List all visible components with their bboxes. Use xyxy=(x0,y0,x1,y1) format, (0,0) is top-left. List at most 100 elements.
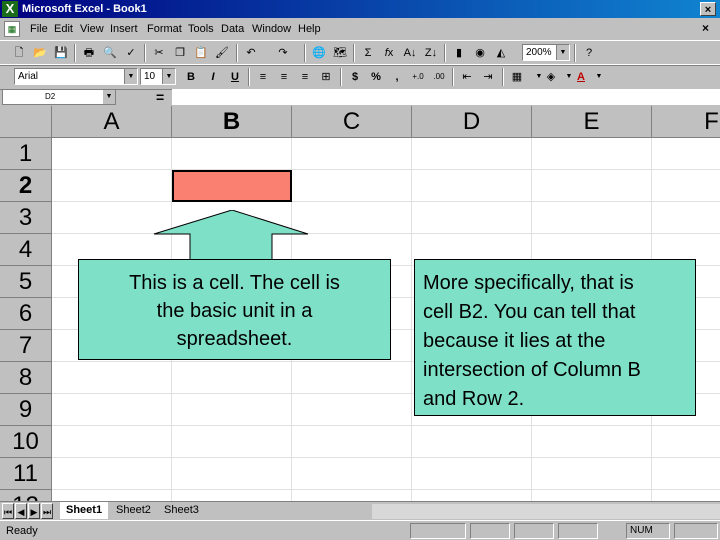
toolbar-separator xyxy=(574,44,576,62)
callout-cell-b2-explanation: More specifically, that is cell B2. You … xyxy=(414,259,696,416)
currency-button[interactable]: $ xyxy=(346,68,364,86)
cut-icon[interactable]: ✂ xyxy=(150,44,168,62)
print-icon[interactable]: 🖶 xyxy=(80,44,98,62)
map-icon[interactable]: ◉ xyxy=(471,44,489,62)
row-header-9[interactable]: 9 xyxy=(0,394,52,426)
menu-file[interactable]: File xyxy=(26,21,52,37)
chevron-down-icon[interactable]: ▼ xyxy=(124,69,137,84)
sheet-tab-2[interactable]: Sheet2 xyxy=(110,502,157,519)
menu-insert[interactable]: Insert xyxy=(106,21,142,37)
toolbar-separator xyxy=(144,44,146,62)
workbook-icon[interactable]: ▦ xyxy=(4,21,20,37)
column-header-b[interactable]: B xyxy=(172,106,292,138)
hyperlink-icon[interactable]: 🌐 xyxy=(310,44,328,62)
print-preview-icon[interactable]: 🔍 xyxy=(101,44,119,62)
borders-icon[interactable]: ▦ xyxy=(508,68,526,86)
align-center-icon[interactable]: ≡ xyxy=(275,68,293,86)
paste-icon[interactable]: 📋 xyxy=(192,44,210,62)
row-header-12[interactable]: 12 xyxy=(0,490,52,501)
align-right-icon[interactable]: ≡ xyxy=(296,68,314,86)
menu-format[interactable]: Format xyxy=(143,21,186,37)
chevron-down-icon[interactable]: ▼ xyxy=(590,68,608,86)
column-header-f[interactable]: F xyxy=(652,106,720,138)
callout-line: intersection of Column B xyxy=(423,359,641,381)
decrease-indent-icon[interactable]: ⇤ xyxy=(458,68,476,86)
copy-icon[interactable]: ❐ xyxy=(171,44,189,62)
menu-view[interactable]: View xyxy=(76,21,108,37)
row-header-2[interactable]: 2 xyxy=(0,170,52,202)
open-icon[interactable]: 📂 xyxy=(31,44,49,62)
menu-edit[interactable]: Edit xyxy=(50,21,77,37)
web-toolbar-icon[interactable]: 🗺 xyxy=(331,44,349,62)
status-panel xyxy=(674,523,718,539)
row-header-1[interactable]: 1 xyxy=(0,138,52,170)
spelling-icon[interactable]: ✓ xyxy=(122,44,140,62)
workbook-close-button[interactable]: × xyxy=(702,21,709,35)
autosum-icon[interactable]: Σ xyxy=(359,44,377,62)
standard-toolbar: 🗋 📂 💾 🖶 🔍 ✓ ✂ ❐ 📋 🖌 ↶ ↷ 🌐 🗺 Σ fx A↓ Z↓ ▮… xyxy=(0,40,720,66)
column-header-c[interactable]: C xyxy=(292,106,412,138)
merge-center-icon[interactable]: ⊞ xyxy=(317,68,335,86)
row-header-7[interactable]: 7 xyxy=(0,330,52,362)
menu-tools[interactable]: Tools xyxy=(184,21,218,37)
new-icon[interactable]: 🗋 xyxy=(10,44,28,62)
undo-icon[interactable]: ↶ xyxy=(242,44,260,62)
row-header-6[interactable]: 6 xyxy=(0,298,52,330)
column-header-d[interactable]: D xyxy=(412,106,532,138)
last-sheet-icon[interactable]: ⏭ xyxy=(41,503,53,519)
underline-button[interactable]: U xyxy=(226,68,244,86)
first-sheet-icon[interactable]: ⏮ xyxy=(2,503,14,519)
name-box-value: D2 xyxy=(45,92,56,101)
font-select[interactable]: Arial ▼ xyxy=(14,68,138,85)
row-header-5[interactable]: 5 xyxy=(0,266,52,298)
gridline-horizontal xyxy=(52,489,720,490)
save-icon[interactable]: 💾 xyxy=(52,44,70,62)
name-box[interactable]: D2 ▼ xyxy=(2,89,116,105)
help-icon[interactable]: ? xyxy=(580,44,598,62)
font-size-select[interactable]: 10 ▼ xyxy=(140,68,176,85)
decrease-decimal-icon[interactable]: .00 xyxy=(430,68,448,86)
formula-input[interactable] xyxy=(172,89,720,105)
sheet-tab-1[interactable]: Sheet1 xyxy=(60,502,109,519)
formula-bar: D2 ▼ = xyxy=(0,88,720,106)
comma-button[interactable]: , xyxy=(388,68,406,86)
row-header-3[interactable]: 3 xyxy=(0,202,52,234)
excel-app-icon[interactable]: X xyxy=(2,1,18,17)
increase-indent-icon[interactable]: ⇥ xyxy=(479,68,497,86)
select-all-button[interactable] xyxy=(0,106,52,138)
font-color-icon[interactable]: A xyxy=(572,68,590,86)
drawing-icon[interactable]: ◭ xyxy=(492,44,510,62)
fill-color-icon[interactable]: ◈ xyxy=(542,68,560,86)
italic-button[interactable]: I xyxy=(204,68,222,86)
edit-formula-button[interactable]: = xyxy=(156,88,164,106)
align-left-icon[interactable]: ≡ xyxy=(254,68,272,86)
chevron-down-icon[interactable]: ▼ xyxy=(162,69,175,84)
sort-ascending-icon[interactable]: A↓ xyxy=(401,44,419,62)
redo-icon[interactable]: ↷ xyxy=(274,44,292,62)
bold-button[interactable]: B xyxy=(182,68,200,86)
chevron-down-icon[interactable]: ▼ xyxy=(103,90,115,104)
column-header-a[interactable]: A xyxy=(52,106,172,138)
horizontal-scrollbar[interactable] xyxy=(372,504,720,519)
cell-b2[interactable] xyxy=(172,170,292,202)
row-header-10[interactable]: 10 xyxy=(0,426,52,458)
percent-button[interactable]: % xyxy=(367,68,385,86)
function-icon[interactable]: fx xyxy=(380,44,398,62)
sheet-tab-3[interactable]: Sheet3 xyxy=(158,502,205,519)
sort-descending-icon[interactable]: Z↓ xyxy=(422,44,440,62)
zoom-select[interactable]: 200% ▼ xyxy=(522,44,570,61)
format-painter-icon[interactable]: 🖌 xyxy=(213,44,231,62)
menu-window[interactable]: Window xyxy=(248,21,295,37)
window-close-button[interactable]: × xyxy=(700,2,716,16)
next-sheet-icon[interactable]: ▶ xyxy=(28,503,40,519)
prev-sheet-icon[interactable]: ◀ xyxy=(15,503,27,519)
menu-help[interactable]: Help xyxy=(294,21,325,37)
row-header-4[interactable]: 4 xyxy=(0,234,52,266)
increase-decimal-icon[interactable]: +.0 xyxy=(409,68,427,86)
row-header-8[interactable]: 8 xyxy=(0,362,52,394)
column-header-e[interactable]: E xyxy=(532,106,652,138)
menu-data[interactable]: Data xyxy=(217,21,248,37)
chevron-down-icon[interactable]: ▼ xyxy=(556,45,569,60)
row-header-11[interactable]: 11 xyxy=(0,458,52,490)
chart-wizard-icon[interactable]: ▮ xyxy=(450,44,468,62)
